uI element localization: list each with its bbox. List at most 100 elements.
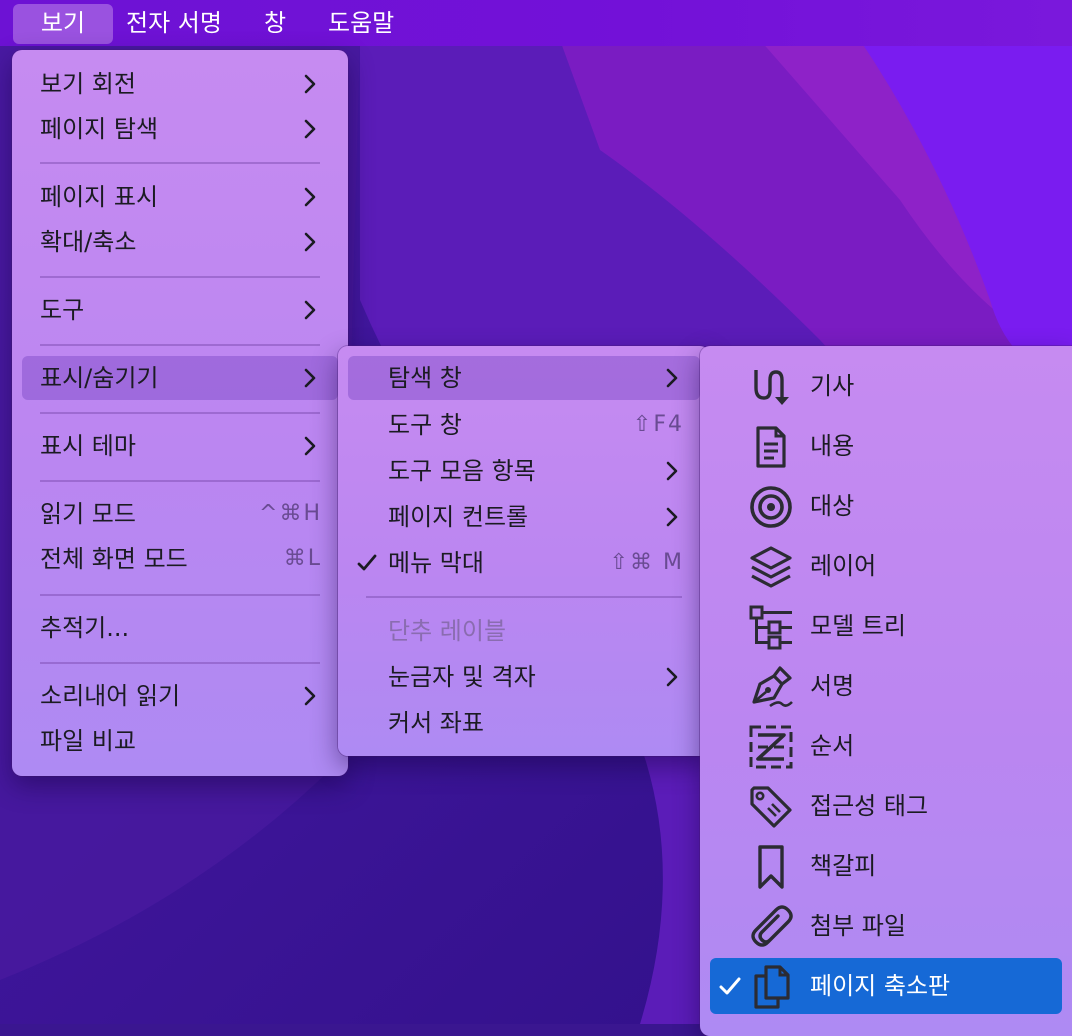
menubar-window[interactable]: 창: [250, 4, 300, 44]
menu-item-label: 페이지 컨트롤: [388, 503, 529, 531]
shortcut-label: ⌘L: [283, 546, 322, 571]
menu-item-label: 보기 회전: [40, 70, 136, 98]
menu-item-toolbar-items[interactable]: 도구 모음 항목: [348, 449, 700, 493]
menu-separator: [366, 596, 682, 598]
menu-item-tracker[interactable]: 추적기...: [22, 606, 338, 650]
menu-item-label: 도구 창: [388, 411, 462, 439]
shortcut-label: ⇧F4: [632, 412, 684, 437]
menu-item-label: 단추 레이블: [388, 617, 507, 645]
menu-item-reading-mode[interactable]: 읽기 모드 ^⌘H: [22, 492, 338, 536]
menubar-view[interactable]: 보기: [13, 4, 113, 44]
document-content-icon: [748, 424, 794, 470]
menu-item-articles[interactable]: 기사: [710, 358, 1062, 414]
menu-item-page-thumbnails[interactable]: 페이지 축소판: [710, 958, 1062, 1014]
menu-item-signatures[interactable]: 서명: [710, 658, 1062, 714]
chevron-right-icon: [300, 107, 320, 151]
chevron-right-icon: [662, 356, 682, 400]
destination-target-icon: [748, 484, 794, 530]
menu-item-accessibility-tags[interactable]: 접근성 태그: [710, 778, 1062, 834]
menu-item-bookmarks[interactable]: 책갈피: [710, 838, 1062, 894]
show-hide-submenu: 탐색 창 도구 창 ⇧F4 도구 모음 항목 페이지 컨트롤 메뉴 막대 ⇧⌘ …: [338, 346, 710, 756]
shortcut-label: ^⌘H: [259, 501, 322, 526]
menu-item-cursor-coordinates[interactable]: 커서 좌표: [348, 701, 700, 745]
menu-item-label: 기사: [810, 372, 855, 400]
menubar-help[interactable]: 도움말: [314, 4, 408, 44]
layers-icon: [748, 544, 794, 590]
menu-item-compare-files[interactable]: 파일 비교: [22, 719, 338, 763]
menu-item-order[interactable]: 순서: [710, 718, 1062, 774]
menu-item-label: 표시 테마: [40, 432, 136, 460]
menu-item-label: 추적기...: [40, 614, 130, 642]
menu-item-menu-bar[interactable]: 메뉴 막대 ⇧⌘ M: [348, 541, 700, 585]
accessibility-tag-icon: [748, 784, 794, 830]
shortcut-label: ⇧⌘ M: [609, 550, 684, 575]
menu-item-page-display[interactable]: 페이지 표시: [22, 175, 338, 219]
navigation-panes-submenu: 기사 내용 대상 레이어 모델 트리 서명 순서 접근성 태그 책갈피 첨부 파…: [700, 346, 1072, 1036]
menu-item-label: 읽기 모드: [40, 500, 136, 528]
menu-item-destinations[interactable]: 대상: [710, 478, 1062, 534]
menu-item-label: 책갈피: [810, 852, 877, 880]
menu-item-attachments[interactable]: 첨부 파일: [710, 898, 1062, 954]
menu-item-layers[interactable]: 레이어: [710, 538, 1062, 594]
signature-pen-icon: [748, 664, 794, 710]
menu-item-label: 메뉴 막대: [388, 549, 484, 577]
menu-item-label: 페이지 축소판: [810, 972, 951, 1000]
chevron-right-icon: [300, 288, 320, 332]
model-tree-icon: [748, 604, 794, 650]
menu-item-tools[interactable]: 도구: [22, 288, 338, 332]
menu-item-read-aloud[interactable]: 소리내어 읽기: [22, 674, 338, 718]
paperclip-icon: [748, 904, 794, 950]
menu-item-label: 탐색 창: [388, 364, 462, 392]
menu-item-label: 순서: [810, 732, 855, 760]
menu-item-label: 표시/숨기기: [40, 364, 159, 392]
menu-item-button-labels: 단추 레이블: [348, 609, 700, 653]
menu-item-rulers-grids[interactable]: 눈금자 및 격자: [348, 655, 700, 699]
menu-item-content[interactable]: 내용: [710, 418, 1062, 474]
menubar-e-signature[interactable]: 전자 서명: [112, 4, 236, 44]
menu-item-page-controls[interactable]: 페이지 컨트롤: [348, 495, 700, 539]
menu-item-label: 파일 비교: [40, 727, 136, 755]
menu-item-full-screen-mode[interactable]: 전체 화면 모드 ⌘L: [22, 537, 338, 581]
menu-item-model-tree[interactable]: 모델 트리: [710, 598, 1062, 654]
menu-item-label: 전체 화면 모드: [40, 545, 188, 573]
menu-item-display-theme[interactable]: 표시 테마: [22, 424, 338, 468]
menu-item-page-navigation[interactable]: 페이지 탐색: [22, 107, 338, 151]
menu-item-label: 페이지 표시: [40, 183, 159, 211]
chevron-right-icon: [300, 220, 320, 264]
menu-item-label: 도구 모음 항목: [388, 457, 536, 485]
checkmark-icon: [716, 958, 744, 1014]
menu-item-navigation-panes[interactable]: 탐색 창: [348, 356, 700, 400]
menu-item-label: 도구: [40, 296, 85, 324]
chevron-right-icon: [300, 175, 320, 219]
menu-item-label: 첨부 파일: [810, 912, 906, 940]
article-flow-icon: [748, 364, 794, 410]
menu-bar: 보기 전자 서명 창 도움말: [0, 0, 1072, 46]
menu-item-zoom[interactable]: 확대/축소: [22, 220, 338, 264]
menu-item-show-hide[interactable]: 표시/숨기기: [22, 356, 338, 400]
menu-item-label: 모델 트리: [810, 612, 906, 640]
view-menu: 보기 회전 페이지 탐색 페이지 표시 확대/축소 도구 표시/숨기기 표시 테…: [12, 50, 348, 776]
bookmark-icon: [748, 844, 794, 890]
menu-separator: [40, 344, 320, 346]
chevron-right-icon: [300, 356, 320, 400]
menu-item-label: 커서 좌표: [388, 709, 484, 737]
menu-item-label: 소리내어 읽기: [40, 682, 181, 710]
menu-item-label: 페이지 탐색: [40, 115, 159, 143]
menu-item-label: 레이어: [810, 552, 877, 580]
menu-item-label: 확대/축소: [40, 228, 137, 256]
menu-item-rotate-view[interactable]: 보기 회전: [22, 62, 338, 106]
checkmark-icon: [354, 541, 380, 585]
menu-item-label: 눈금자 및 격자: [388, 663, 536, 691]
chevron-right-icon: [300, 62, 320, 106]
menu-item-label: 서명: [810, 672, 855, 700]
page-thumbnails-icon: [748, 964, 794, 1010]
chevron-right-icon: [300, 674, 320, 718]
chevron-right-icon: [662, 655, 682, 699]
menu-item-tools-pane[interactable]: 도구 창 ⇧F4: [348, 403, 700, 447]
chevron-right-icon: [662, 449, 682, 493]
menu-item-label: 접근성 태그: [810, 792, 929, 820]
chevron-right-icon: [300, 424, 320, 468]
menu-separator: [40, 412, 320, 414]
menu-separator: [40, 276, 320, 278]
menu-item-label: 대상: [810, 492, 855, 520]
